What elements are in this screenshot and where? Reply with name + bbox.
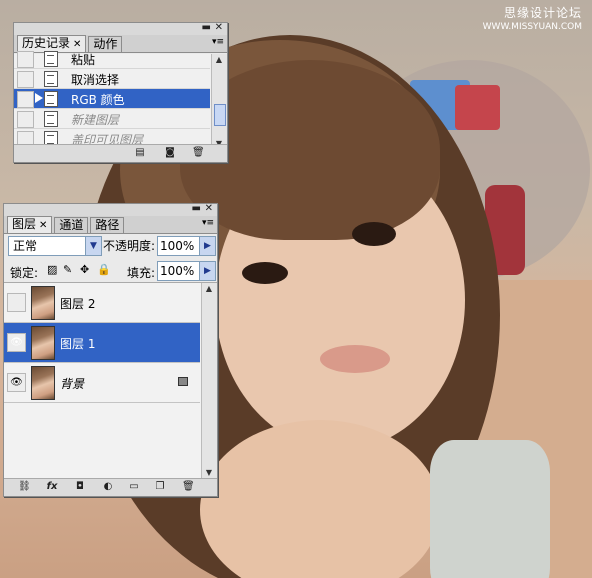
lock-icon — [178, 377, 188, 386]
history-source-checkbox[interactable] — [17, 71, 34, 88]
history-source-checkbox[interactable] — [17, 111, 34, 128]
history-state-icon — [44, 51, 58, 67]
folder-icon[interactable]: ▭ — [128, 481, 140, 492]
tab-channels-label: 通道 — [59, 218, 84, 232]
layer-name[interactable]: 图层 2 — [60, 295, 95, 312]
eye-icon[interactable]: 👁 — [7, 373, 26, 392]
visibility-toggle[interactable] — [7, 293, 26, 312]
history-item-label: 取消选择 — [71, 73, 120, 87]
tab-paths[interactable]: 路径 — [90, 217, 125, 233]
tab-layers[interactable]: 图层 ✕ — [7, 216, 53, 233]
history-scrollbar[interactable]: ▲ ▼ — [211, 54, 227, 150]
history-item[interactable]: 新建图层 — [14, 109, 210, 129]
history-item-label: 粘贴 — [71, 53, 96, 67]
layer-thumbnail — [31, 286, 55, 320]
layers-list: 图层 2 👁 图层 1 👁 背景 ▲ ▼ — [4, 282, 217, 479]
layer-row[interactable]: 图层 2 — [4, 283, 200, 323]
layer-name[interactable]: 背景 — [60, 375, 84, 392]
close-icon[interactable]: ✕ — [215, 22, 223, 33]
opacity-label: 不透明度: — [103, 239, 156, 253]
panel-menu-icon[interactable]: ▾≡ — [202, 218, 214, 228]
history-item[interactable]: 粘贴 — [14, 49, 210, 69]
lock-all-icon[interactable]: 🔒 — [97, 263, 111, 276]
panel-menu-icon[interactable]: ▾≡ — [212, 37, 224, 47]
history-item-label: 新建图层 — [71, 113, 120, 127]
lock-transparent-pixels-icon[interactable]: ▨ — [47, 263, 57, 276]
mask-icon[interactable]: ◘ — [74, 481, 86, 492]
trash-icon[interactable]: 🗑 — [182, 481, 195, 492]
tab-history-label: 历史记录 — [22, 36, 71, 50]
fill-label: 填充: — [127, 266, 156, 280]
layer-name[interactable]: 图层 1 — [60, 335, 95, 352]
history-item-selected[interactable]: RGB 颜色 — [14, 89, 210, 109]
opacity-value: 100% — [160, 239, 195, 253]
snapshot-camera-icon[interactable]: ◙ — [164, 147, 176, 158]
history-footer: ▤ ◙ 🗑 — [14, 144, 227, 162]
lock-label: 锁定: — [10, 266, 39, 280]
trash-icon[interactable]: 🗑 — [192, 147, 205, 158]
history-state-icon — [44, 91, 58, 107]
history-item-label: RGB 颜色 — [71, 93, 125, 107]
new-layer-icon[interactable]: ❐ — [154, 481, 166, 492]
layer-thumbnail — [31, 326, 55, 360]
blend-mode-select[interactable]: 正常 ▼ — [8, 236, 102, 256]
minimize-icon[interactable]: ▬ — [202, 22, 211, 33]
layer-row-selected[interactable]: 👁 图层 1 — [4, 323, 200, 363]
tab-layers-label: 图层 — [12, 217, 37, 231]
eye-icon[interactable]: 👁 — [7, 333, 26, 352]
link-icon[interactable]: ⛓ — [18, 481, 31, 492]
history-state-marker-icon[interactable] — [35, 93, 43, 103]
scroll-up-icon[interactable]: ▲ — [204, 284, 214, 294]
layers-panel-titlebar[interactable]: ▬ ✕ — [4, 203, 217, 216]
history-state-icon — [44, 111, 58, 127]
history-list: 粘贴 取消选择 RGB 颜色 新建图层 盖印可见图层 ▲ ▼ — [14, 51, 227, 150]
watermark-title: 思缘设计论坛 — [503, 6, 582, 20]
fx-icon[interactable]: fx — [46, 481, 58, 492]
tab-paths-label: 路径 — [95, 218, 120, 232]
chevron-right-icon[interactable]: ▶ — [199, 237, 215, 255]
watermark: 思缘设计论坛 WWW.MISSYUAN.COM — [483, 6, 582, 34]
lock-image-pixels-icon[interactable]: ✎ — [63, 263, 72, 276]
scroll-down-icon[interactable]: ▼ — [204, 468, 214, 478]
minimize-icon[interactable]: ▬ — [192, 203, 201, 214]
history-item[interactable]: 取消选择 — [14, 69, 210, 89]
fill-input[interactable]: 100% ▶ — [157, 261, 216, 281]
chevron-down-icon[interactable]: ▼ — [85, 237, 101, 255]
lock-position-icon[interactable]: ✥ — [80, 263, 89, 276]
scroll-up-icon[interactable]: ▲ — [214, 55, 224, 65]
scroll-thumb[interactable] — [214, 104, 226, 126]
new-document-from-state-icon[interactable]: ▤ — [134, 147, 146, 158]
history-source-checkbox[interactable] — [17, 51, 34, 68]
history-panel-titlebar[interactable]: ▬ ✕ — [14, 22, 227, 35]
layers-scrollbar[interactable]: ▲ ▼ — [201, 283, 217, 479]
blend-mode-value: 正常 — [13, 239, 38, 253]
fill-value: 100% — [160, 264, 195, 278]
history-panel: ▬ ✕ 历史记录 ✕ 动作 ▾≡ 粘贴 取消选择 RGB 颜色 新建图层 盖印可见… — [13, 22, 228, 163]
close-icon[interactable]: ✕ — [205, 203, 213, 214]
chevron-right-icon[interactable]: ▶ — [199, 262, 215, 280]
opacity-input[interactable]: 100% ▶ — [157, 236, 216, 256]
history-source-checkbox[interactable] — [17, 91, 34, 108]
tab-channels[interactable]: 通道 — [54, 217, 89, 233]
layer-row[interactable]: 👁 背景 — [4, 363, 200, 403]
layers-panel: ▬ ✕ 图层 ✕ 通道 路径 ▾≡ 正常 ▼ 不透明度: 100% ▶ 锁定: ▨… — [3, 203, 218, 497]
watermark-url: WWW.MISSYUAN.COM — [482, 22, 582, 32]
layers-panel-tabs: 图层 ✕ 通道 路径 ▾≡ — [4, 216, 217, 234]
layer-thumbnail — [31, 366, 55, 400]
history-state-icon — [44, 71, 58, 87]
close-tab-icon[interactable]: ✕ — [39, 220, 47, 231]
adjustment-icon[interactable]: ◐ — [102, 481, 114, 492]
layers-footer: ⛓ fx ◘ ◐ ▭ ❐ 🗑 — [4, 478, 217, 496]
